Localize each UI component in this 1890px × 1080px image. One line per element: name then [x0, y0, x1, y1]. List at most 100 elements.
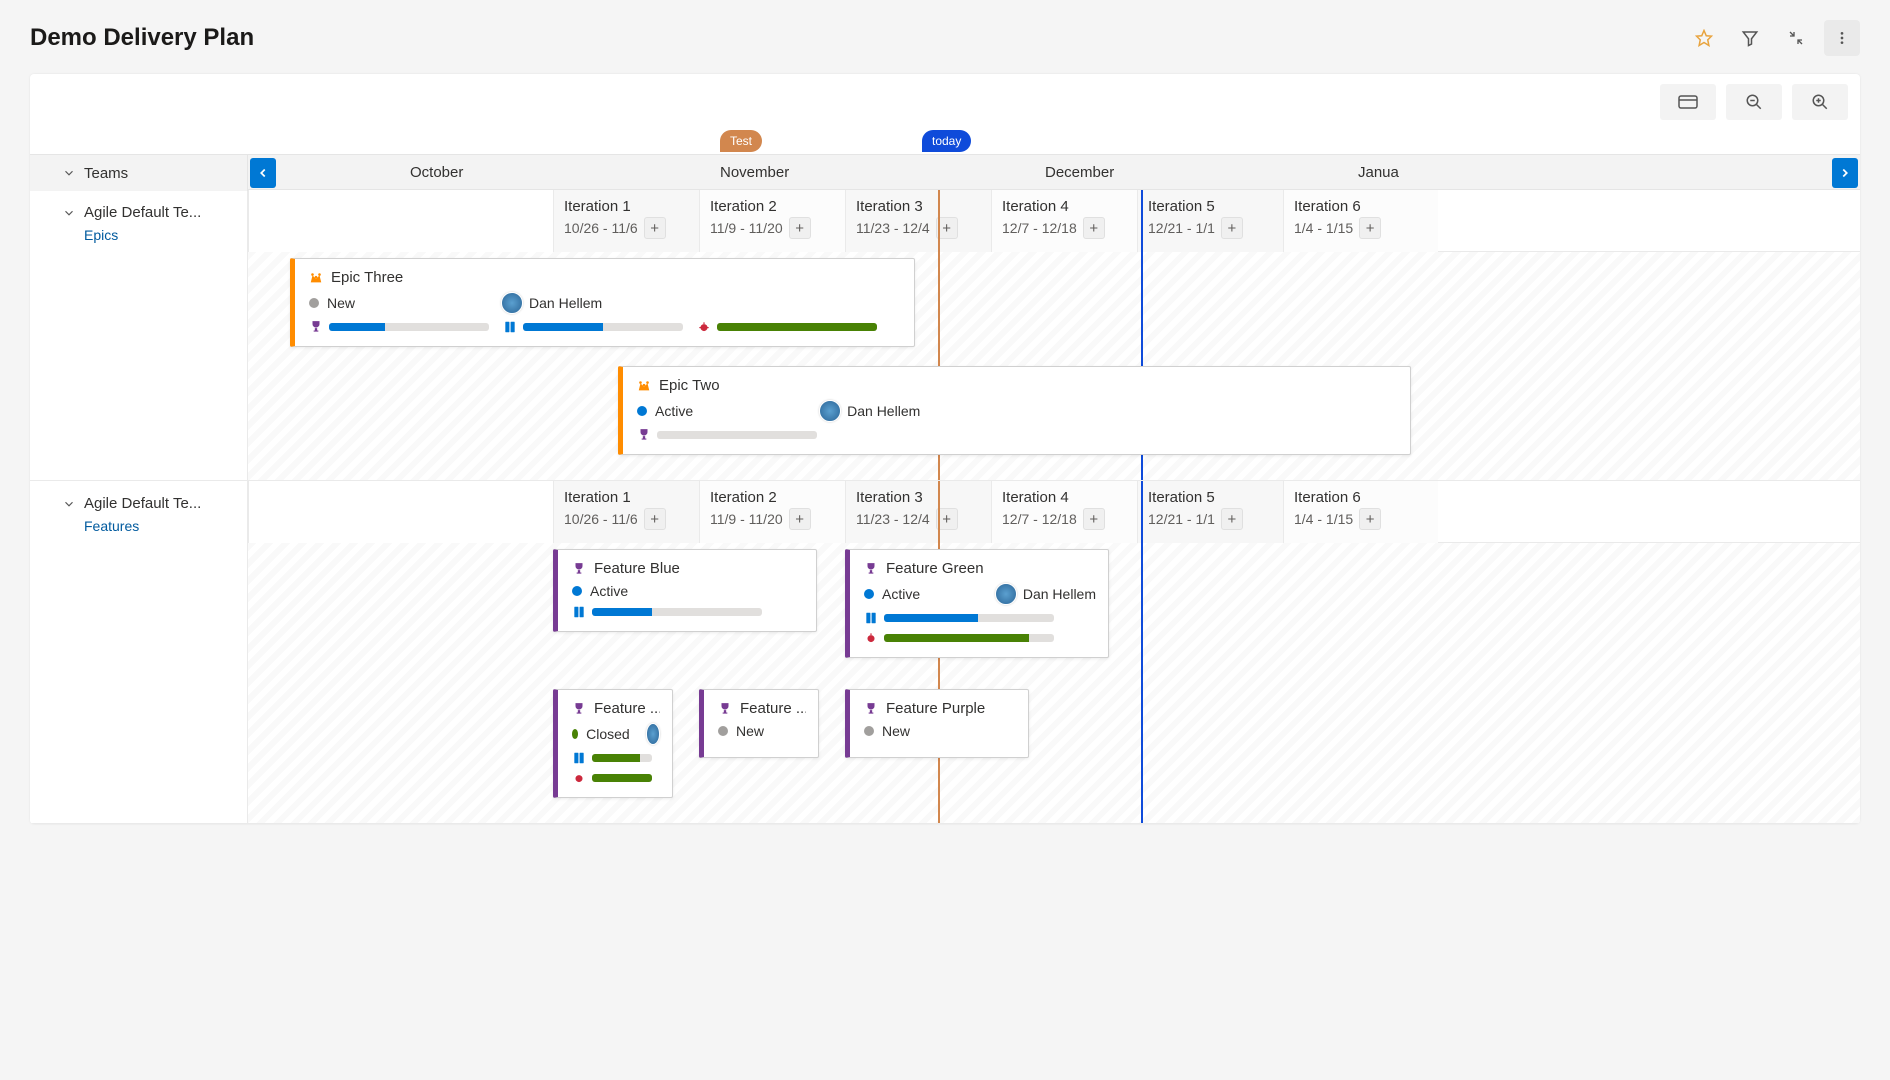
- add-item-button[interactable]: +: [936, 508, 958, 530]
- card-feature-truncated-2[interactable]: Feature ... New: [699, 689, 819, 758]
- bug-icon: [864, 631, 878, 645]
- team-name-label: Agile Default Te...: [84, 495, 201, 512]
- card-feature-green[interactable]: Feature Green Active Dan Hellem: [845, 549, 1109, 658]
- card-title: Feature Green: [886, 560, 984, 577]
- team-name-label: Agile Default Te...: [84, 204, 201, 221]
- collapse-team-button[interactable]: [62, 497, 76, 511]
- favorite-button[interactable]: [1686, 20, 1722, 56]
- add-item-button[interactable]: +: [789, 217, 811, 239]
- status-dot-icon: [572, 586, 582, 596]
- add-item-button[interactable]: +: [936, 217, 958, 239]
- card-feature-purple[interactable]: Feature Purple New: [845, 689, 1029, 758]
- status-dot-icon: [718, 726, 728, 736]
- backlog-level-link[interactable]: Features: [84, 518, 239, 534]
- team-row[interactable]: Agile Default Te...: [62, 204, 239, 221]
- story-icon: [572, 751, 586, 765]
- card-title: Epic Two: [659, 377, 720, 394]
- card-status: New: [882, 723, 910, 739]
- zoom-out-button[interactable]: [1726, 84, 1782, 120]
- add-item-button[interactable]: +: [1221, 508, 1243, 530]
- card-assignee[interactable]: Dan Hellem: [995, 583, 1096, 605]
- card-feature-truncated-1[interactable]: Feature ... Closed: [553, 689, 673, 798]
- iteration-cell[interactable]: Iteration 4 12/7 - 12/18+: [991, 190, 1137, 252]
- status-dot-icon: [864, 589, 874, 599]
- iteration-name: Iteration 2: [710, 489, 835, 506]
- card-epic-three[interactable]: Epic Three New Dan Hellem: [290, 258, 915, 347]
- iteration-cell[interactable]: Iteration 6 1/4 - 1/15+: [1283, 481, 1438, 543]
- chevron-down-icon: [62, 166, 76, 180]
- rollup-features: [637, 428, 817, 442]
- card-status: New: [327, 295, 355, 311]
- iteration-cell[interactable]: Iteration 5 12/21 - 1/1+: [1137, 481, 1283, 543]
- add-item-button[interactable]: +: [789, 508, 811, 530]
- card-title: Feature ...: [740, 700, 806, 717]
- add-item-button[interactable]: +: [1083, 508, 1105, 530]
- add-item-button[interactable]: +: [1221, 217, 1243, 239]
- scroll-left-button[interactable]: [250, 158, 276, 188]
- iteration-cell[interactable]: Iteration 1 10/26 - 11/6+: [553, 481, 699, 543]
- backlog-level-link[interactable]: Epics: [84, 227, 239, 243]
- scroll-right-button[interactable]: [1832, 158, 1858, 188]
- zoom-in-button[interactable]: [1792, 84, 1848, 120]
- more-actions-button[interactable]: [1824, 20, 1860, 56]
- rollup-stories: [864, 611, 1054, 625]
- avatar-icon: [501, 292, 523, 314]
- iteration-name: Iteration 6: [1294, 198, 1428, 215]
- card-status: Active: [655, 403, 693, 419]
- team-row[interactable]: Agile Default Te...: [62, 495, 239, 512]
- timeline-marker-today[interactable]: today: [922, 130, 971, 152]
- iteration-name: Iteration 4: [1002, 489, 1127, 506]
- iteration-cell-empty: [248, 190, 553, 252]
- card-status: Active: [882, 586, 920, 602]
- add-item-button[interactable]: +: [1359, 508, 1381, 530]
- card-epic-two[interactable]: Epic Two Active Dan Hellem: [618, 366, 1411, 455]
- card-title: Epic Three: [331, 269, 403, 286]
- iteration-cell[interactable]: Iteration 3 11/23 - 12/4+: [845, 481, 991, 543]
- teams-column-header[interactable]: Teams: [30, 155, 248, 191]
- add-item-button[interactable]: +: [1359, 217, 1381, 239]
- rollup-bugs: [697, 320, 877, 334]
- iteration-cell[interactable]: Iteration 2 11/9 - 11/20+: [699, 190, 845, 252]
- card-assignee[interactable]: Dan Hellem: [501, 292, 602, 314]
- status-dot-icon: [637, 406, 647, 416]
- avatar-icon: [995, 583, 1017, 605]
- card-assignee[interactable]: Dan Hellem: [819, 400, 920, 422]
- collapse-teams-button[interactable]: [62, 166, 76, 180]
- card-feature-blue[interactable]: Feature Blue Active: [553, 549, 817, 632]
- iteration-dates: 11/23 - 12/4: [856, 220, 930, 236]
- rollup-features: [309, 320, 489, 334]
- iteration-cell[interactable]: Iteration 2 11/9 - 11/20+: [699, 481, 845, 543]
- card-title: Feature Purple: [886, 700, 985, 717]
- iteration-cell[interactable]: Iteration 1 10/26 - 11/6+: [553, 190, 699, 252]
- filter-icon: [1741, 29, 1759, 47]
- month-label: October: [410, 164, 463, 181]
- iteration-dates: 1/4 - 1/15: [1294, 220, 1353, 236]
- fullscreen-exit-button[interactable]: [1778, 20, 1814, 56]
- bug-icon: [572, 771, 586, 785]
- iteration-cell[interactable]: Iteration 3 11/23 - 12/4+: [845, 190, 991, 252]
- add-item-button[interactable]: +: [644, 217, 666, 239]
- iteration-name: Iteration 5: [1148, 489, 1273, 506]
- iteration-name: Iteration 1: [564, 198, 689, 215]
- add-item-button[interactable]: +: [644, 508, 666, 530]
- collapse-team-button[interactable]: [62, 206, 76, 220]
- page-title: Demo Delivery Plan: [30, 24, 254, 52]
- chevron-down-icon: [62, 497, 76, 511]
- month-label: November: [720, 164, 789, 181]
- iteration-cell[interactable]: Iteration 6 1/4 - 1/15 +: [1283, 190, 1438, 252]
- rollup-stories: [572, 751, 652, 765]
- add-item-button[interactable]: +: [1083, 217, 1105, 239]
- iteration-cell[interactable]: Iteration 4 12/7 - 12/18+: [991, 481, 1137, 543]
- filter-button[interactable]: [1732, 20, 1768, 56]
- status-dot-icon: [309, 298, 319, 308]
- card-status: Active: [590, 583, 628, 599]
- rollup-stories: [572, 605, 762, 619]
- iteration-name: Iteration 2: [710, 198, 835, 215]
- collapse-icon: [1788, 30, 1804, 46]
- rollup-stories: [503, 320, 683, 334]
- timeline-marker-test[interactable]: Test: [720, 130, 762, 152]
- card-settings-button[interactable]: [1660, 84, 1716, 120]
- iteration-cell[interactable]: Iteration 5 12/21 - 1/1+: [1137, 190, 1283, 252]
- trophy-icon: [572, 562, 586, 576]
- iteration-dates: 11/23 - 12/4: [856, 511, 930, 527]
